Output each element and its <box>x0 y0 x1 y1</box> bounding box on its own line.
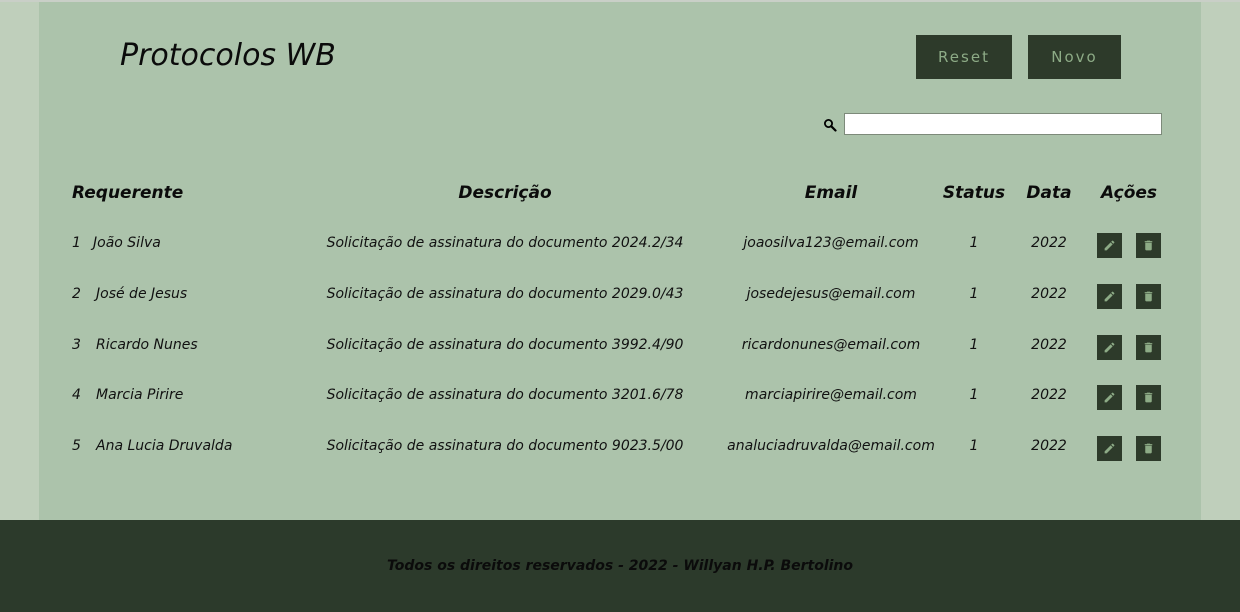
reset-button[interactable]: Reset <box>916 35 1012 79</box>
row-data: 2022 <box>1031 337 1067 353</box>
row-data: 2022 <box>1031 286 1067 302</box>
edit-button[interactable] <box>1097 233 1122 258</box>
row-descricao: Solicitação de assinatura do documento 3… <box>326 387 684 403</box>
row-data: 2022 <box>1031 438 1067 454</box>
footer-text: Todos os direitos reservados - 2022 - Wi… <box>386 558 854 574</box>
row-id: 5 <box>72 438 81 454</box>
delete-button[interactable] <box>1136 233 1161 258</box>
edit-button[interactable] <box>1097 436 1122 461</box>
row-descricao: Solicitação de assinatura do documento 2… <box>326 286 684 302</box>
row-id: 4 <box>72 387 81 403</box>
trash-icon <box>1142 442 1155 455</box>
search-input[interactable] <box>844 113 1162 135</box>
header-status: Status <box>942 183 1006 203</box>
edit-icon <box>1103 290 1116 303</box>
page-title: Protocolos WB <box>120 38 336 73</box>
row-status: 1 <box>969 286 979 302</box>
row-status: 1 <box>969 387 979 403</box>
row-email: joaosilva123@email.com <box>743 235 919 251</box>
edit-button[interactable] <box>1097 335 1122 360</box>
row-id: 2 <box>72 286 81 302</box>
row-status: 1 <box>969 337 979 353</box>
edit-icon <box>1103 442 1116 455</box>
row-status: 1 <box>969 438 979 454</box>
row-email: ricardonunes@email.com <box>741 337 921 353</box>
row-email: analuciadruvalda@email.com <box>727 438 935 454</box>
delete-button[interactable] <box>1136 335 1161 360</box>
edit-icon <box>1103 341 1116 354</box>
search-icon <box>824 119 837 132</box>
header-email: Email <box>804 183 858 203</box>
edit-icon <box>1103 391 1116 404</box>
row-data: 2022 <box>1031 235 1067 251</box>
novo-button[interactable]: Novo <box>1028 35 1121 79</box>
header-requerente: Requerente <box>72 183 184 203</box>
delete-button[interactable] <box>1136 385 1161 410</box>
row-descricao: Solicitação de assinatura do documento 2… <box>326 235 684 251</box>
main-panel: Protocolos WB Reset Novo Requerente Desc… <box>39 2 1201 520</box>
footer: Todos os direitos reservados - 2022 - Wi… <box>0 520 1240 612</box>
edit-button[interactable] <box>1097 385 1122 410</box>
row-requerente: Marcia Pirire <box>96 387 184 403</box>
trash-icon <box>1142 341 1155 354</box>
delete-button[interactable] <box>1136 436 1161 461</box>
row-requerente: José de Jesus <box>96 286 188 302</box>
header-data: Data <box>1026 183 1072 203</box>
trash-icon <box>1142 290 1155 303</box>
trash-icon <box>1142 239 1155 252</box>
row-requerente: Ana Lucia Druvalda <box>96 438 233 454</box>
row-email: josedejesus@email.com <box>746 286 916 302</box>
row-descricao: Solicitação de assinatura do documento 3… <box>326 337 684 353</box>
row-descricao: Solicitação de assinatura do documento 9… <box>326 438 684 454</box>
row-data: 2022 <box>1031 387 1067 403</box>
delete-button[interactable] <box>1136 284 1161 309</box>
edit-icon <box>1103 239 1116 252</box>
row-requerente: João Silva <box>93 235 161 251</box>
trash-icon <box>1142 391 1155 404</box>
header-acoes: Ações <box>1100 183 1158 203</box>
row-status: 1 <box>969 235 979 251</box>
row-id: 1 <box>72 235 81 251</box>
header-descricao: Descrição <box>458 183 552 203</box>
row-requerente: Ricardo Nunes <box>96 337 198 353</box>
edit-button[interactable] <box>1097 284 1122 309</box>
row-id: 3 <box>72 337 81 353</box>
row-email: marciapirire@email.com <box>745 387 917 403</box>
